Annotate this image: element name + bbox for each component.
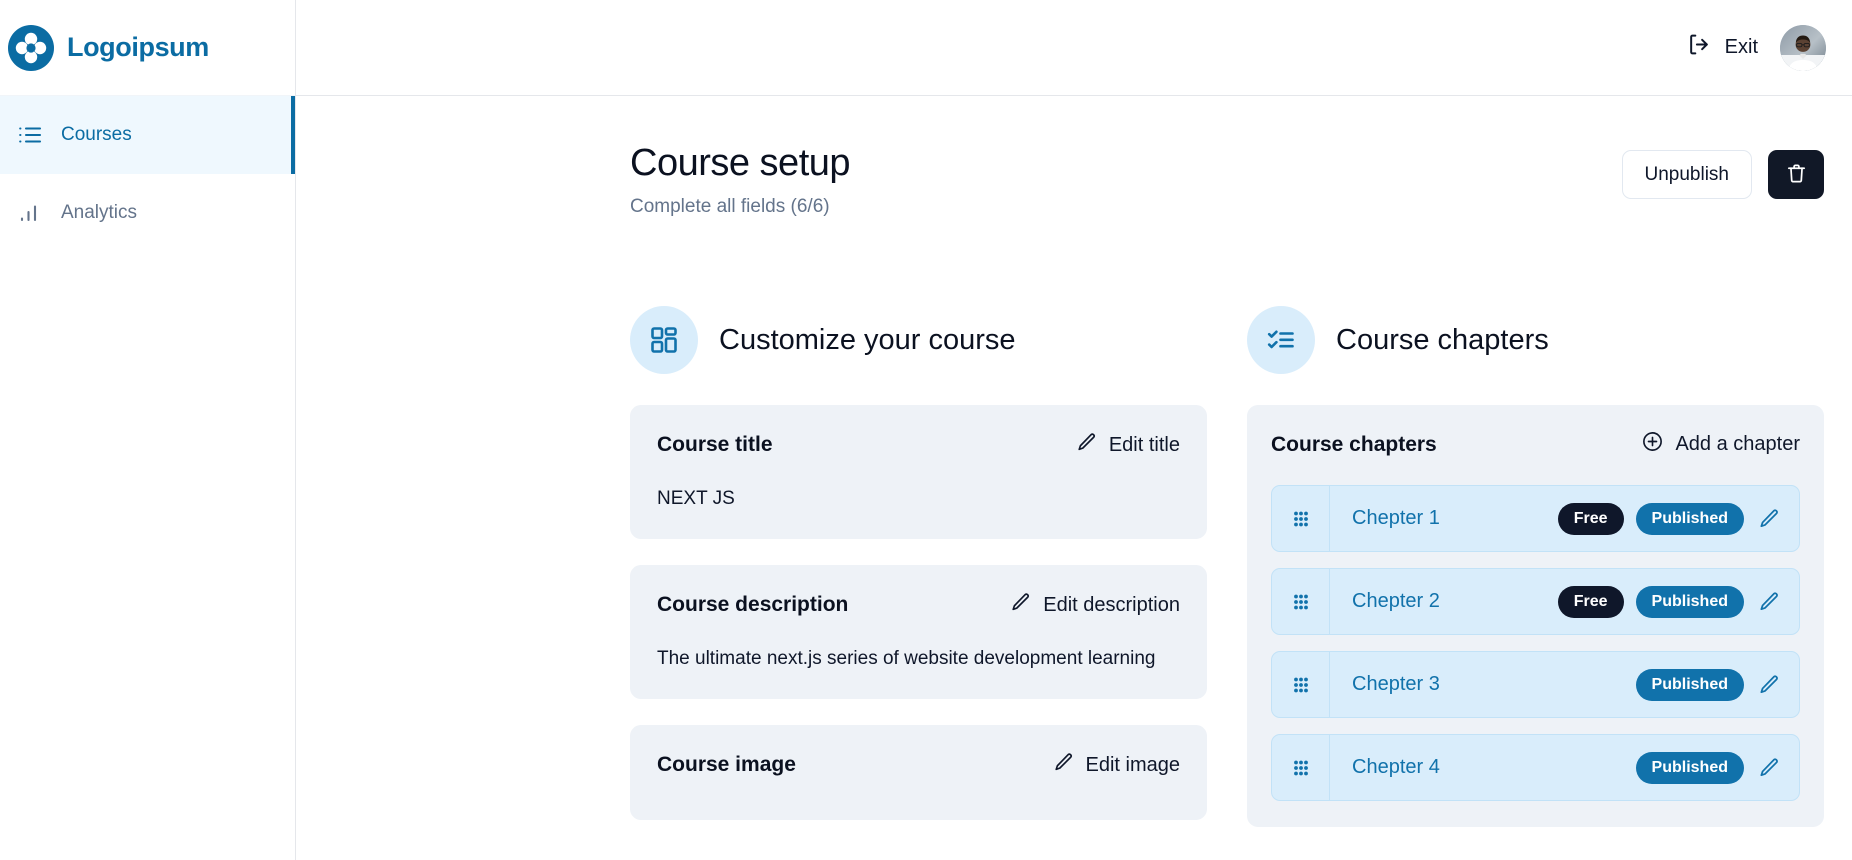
avatar[interactable] bbox=[1780, 24, 1826, 71]
grip-icon[interactable] bbox=[1272, 735, 1330, 800]
sidebar-item-analytics[interactable]: Analytics bbox=[0, 174, 295, 252]
checklist-icon bbox=[1247, 306, 1315, 374]
sidebar-item-label-analytics: Analytics bbox=[61, 202, 138, 223]
course-title-value: NEXT JS bbox=[657, 488, 735, 509]
trash-icon bbox=[1785, 162, 1808, 188]
sidebar-item-courses[interactable]: Courses bbox=[0, 96, 295, 174]
grip-icon[interactable] bbox=[1272, 652, 1330, 717]
chapter-title: Chepter 3 bbox=[1352, 673, 1440, 695]
edit-chapter-button[interactable] bbox=[1758, 590, 1799, 613]
page-header-text: Course setup Complete all fields (6/6) bbox=[630, 142, 851, 218]
chapter-badges: Free Published bbox=[1557, 585, 1758, 618]
chapter-badges: Free Published bbox=[1557, 502, 1758, 535]
clover-logo-icon bbox=[8, 24, 54, 71]
chapter-row[interactable]: Chepter 3 Published bbox=[1271, 651, 1800, 718]
chapter-badges: Published bbox=[1635, 751, 1758, 784]
page-title: Course setup bbox=[630, 142, 851, 184]
add-chapter-label: Add a chapter bbox=[1675, 433, 1800, 455]
course-title-card: Course title Edit title NEXT JS bbox=[630, 405, 1207, 539]
chapters-card: Course chapters Add a chapter Chepter 1 … bbox=[1247, 405, 1824, 827]
chapters-column: Course chapters Course chapters Add a ch… bbox=[1247, 306, 1824, 846]
chapter-title: Chepter 2 bbox=[1352, 590, 1440, 612]
edit-description-button[interactable]: Edit description bbox=[1010, 591, 1180, 619]
chapter-row[interactable]: Chepter 2 Free Published bbox=[1271, 568, 1800, 635]
main-area: Exit Course setup Complete all fields (6… bbox=[296, 0, 1852, 860]
chapters-section-header: Course chapters bbox=[1247, 306, 1824, 374]
course-description-label: Course description bbox=[657, 593, 849, 616]
pencil-icon bbox=[1053, 751, 1075, 779]
topbar: Exit bbox=[296, 0, 1852, 96]
brand[interactable]: Logoipsum bbox=[0, 0, 295, 96]
status-badge-published[interactable]: Published bbox=[1635, 502, 1744, 535]
edit-image-button[interactable]: Edit image bbox=[1053, 751, 1181, 779]
chapter-row[interactable]: Chepter 4 Published bbox=[1271, 734, 1800, 801]
content-region: Course setup Complete all fields (6/6) U… bbox=[296, 96, 1852, 860]
status-badge-published[interactable]: Published bbox=[1635, 668, 1744, 701]
sidebar-item-label-courses: Courses bbox=[61, 124, 132, 145]
chapters-section-title: Course chapters bbox=[1336, 323, 1549, 356]
chapters-card-label: Course chapters bbox=[1271, 432, 1437, 456]
grip-icon[interactable] bbox=[1272, 486, 1330, 551]
exit-label: Exit bbox=[1724, 36, 1758, 58]
edit-description-label: Edit description bbox=[1043, 593, 1180, 616]
plus-circle-icon bbox=[1641, 430, 1664, 459]
unpublish-button[interactable]: Unpublish bbox=[1621, 150, 1752, 199]
layout-dashboard-icon bbox=[630, 306, 698, 374]
chapter-title: Chepter 4 bbox=[1352, 756, 1440, 778]
course-description-value: The ultimate next.js series of website d… bbox=[657, 648, 1156, 669]
add-chapter-button[interactable]: Add a chapter bbox=[1641, 430, 1800, 459]
page-subtitle: Complete all fields (6/6) bbox=[630, 196, 830, 217]
pencil-icon bbox=[1076, 431, 1098, 459]
edit-chapter-button[interactable] bbox=[1758, 507, 1799, 530]
customize-section-header: Customize your course bbox=[630, 306, 1207, 374]
content-columns: Customize your course Course title Edit … bbox=[630, 306, 1824, 846]
course-image-card-header: Course image Edit image bbox=[657, 751, 1180, 779]
course-description-card-header: Course description Edit description bbox=[657, 591, 1180, 619]
edit-chapter-button[interactable] bbox=[1758, 756, 1799, 779]
sidebar: Logoipsum Courses Analytics bbox=[0, 0, 296, 860]
course-title-label: Course title bbox=[657, 433, 773, 456]
logout-icon bbox=[1687, 32, 1712, 63]
chapter-title: Chepter 1 bbox=[1352, 507, 1440, 529]
course-title-card-header: Course title Edit title bbox=[657, 431, 1180, 459]
edit-title-label: Edit title bbox=[1108, 433, 1180, 456]
sidebar-nav: Courses Analytics bbox=[0, 96, 295, 252]
bar-chart-icon bbox=[17, 200, 43, 226]
edit-title-button[interactable]: Edit title bbox=[1076, 431, 1180, 459]
status-badge-published[interactable]: Published bbox=[1635, 751, 1744, 784]
list-icon bbox=[17, 122, 43, 148]
status-badge-free[interactable]: Free bbox=[1557, 585, 1624, 618]
customize-column: Customize your course Course title Edit … bbox=[630, 306, 1207, 846]
course-image-label: Course image bbox=[657, 753, 796, 776]
status-badge-free[interactable]: Free bbox=[1557, 502, 1624, 535]
chapter-list: Chepter 1 Free Published Chepter 2 Free … bbox=[1271, 485, 1800, 801]
customize-section-title: Customize your course bbox=[719, 323, 1016, 356]
brand-name: Logoipsum bbox=[67, 32, 209, 62]
course-description-card: Course description Edit description The … bbox=[630, 565, 1207, 699]
page-actions: Unpublish bbox=[1621, 142, 1824, 199]
pencil-icon bbox=[1010, 591, 1032, 619]
course-image-card: Course image Edit image bbox=[630, 725, 1207, 820]
status-badge-published[interactable]: Published bbox=[1635, 585, 1744, 618]
chapters-card-header: Course chapters Add a chapter bbox=[1271, 430, 1800, 459]
grip-icon[interactable] bbox=[1272, 569, 1330, 634]
edit-image-label: Edit image bbox=[1085, 753, 1181, 776]
page-header: Course setup Complete all fields (6/6) U… bbox=[630, 142, 1824, 218]
exit-button[interactable]: Exit bbox=[1687, 32, 1758, 63]
delete-course-button[interactable] bbox=[1768, 150, 1824, 199]
chapter-badges: Published bbox=[1635, 668, 1758, 701]
app-root: Logoipsum Courses Analytics Exit Course … bbox=[0, 0, 1852, 860]
chapter-row[interactable]: Chepter 1 Free Published bbox=[1271, 485, 1800, 552]
edit-chapter-button[interactable] bbox=[1758, 673, 1799, 696]
